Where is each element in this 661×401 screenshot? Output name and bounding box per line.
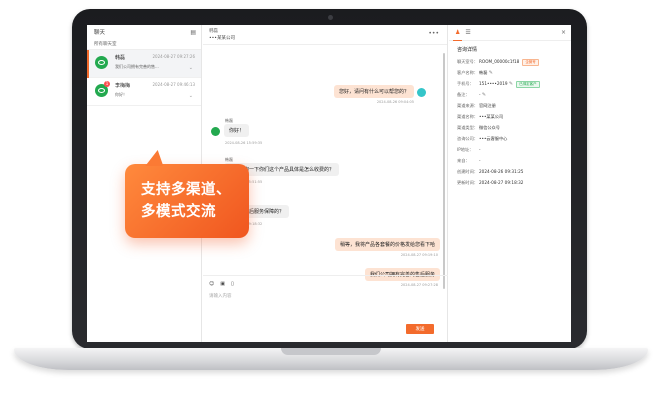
promo-line-1: 支持多渠道、 — [141, 182, 231, 198]
message-bubble: 您好，请问有什么可以帮您的？ — [333, 85, 414, 98]
promo-callout: 支持多渠道、 多模式交流 — [125, 164, 249, 238]
chat-bubble-icon[interactable]: ▤ — [190, 29, 196, 36]
edit-icon[interactable]: ✎ — [482, 92, 486, 98]
active-indicator — [87, 50, 89, 78]
detail-tabs: ♟ ☰ × — [449, 25, 571, 41]
conversation-item[interactable]: 韩磊 2024-08-27 09:27:26 我们公司拥有完善的售... ⌄ — [87, 50, 201, 78]
sidebar-title: 聊天 — [94, 30, 106, 36]
detail-panel: ♟ ☰ × 咨询详情 聊天室号：ROOM_00000c1f18 企微号 客户名称：… — [449, 25, 571, 342]
detail-field-room: 聊天室号：ROOM_00000c1f18 企微号 — [449, 56, 571, 67]
chevron-down-icon[interactable]: ⌄ — [189, 65, 193, 71]
detail-field-channel-name: 渠道名称：•••某某公司 — [457, 114, 504, 119]
detail-field-company: 咨询公司：•••云客服中心 — [457, 136, 508, 141]
message-bubble: 稍等，我将产品各套餐的价格发给您看下哈 — [334, 238, 440, 251]
message-list: 您好，请问有什么可以帮您的？ 2024-08-26 09:04:05 韩磊 你好… — [203, 45, 448, 287]
sidebar-subtitle[interactable]: 所有聊天室 — [87, 39, 201, 50]
wechat-icon — [95, 56, 108, 69]
message-time: 2024-08-27 09:19:10 — [400, 253, 438, 257]
message-time: 2024-08-26 09:04:05 — [376, 100, 414, 104]
detail-field-note: 备注： - ✎ — [457, 92, 487, 98]
agent-avatar — [417, 88, 426, 97]
unread-badge: 1 — [104, 81, 110, 87]
promo-line-2: 多模式交流 — [141, 204, 216, 220]
message-input[interactable]: 请输入内容 — [203, 292, 448, 300]
chevron-down-icon[interactable]: ⌄ — [189, 93, 193, 99]
close-icon[interactable]: × — [561, 29, 566, 36]
detail-field-customer: 客户名称：韩磊 ✎ — [457, 70, 493, 76]
camera-icon — [328, 15, 333, 20]
conversation-item[interactable]: 1 李梅梅 2024-08-27 09:46:13 你好！ ⌄ — [87, 78, 201, 106]
send-button[interactable]: 发送 — [406, 324, 434, 334]
tab-underline — [453, 39, 462, 41]
detail-field-created: 创建时间：2024-08-26 09:31:25 — [457, 169, 524, 174]
detail-field-source: 渠道来源：官网注册 — [457, 103, 496, 108]
user-icon[interactable]: ♟ — [455, 29, 460, 36]
message-bubble: 你好！ — [224, 124, 250, 137]
edit-icon[interactable]: ✎ — [509, 81, 513, 87]
scrollbar[interactable] — [443, 53, 445, 289]
conversation-time: 2024-08-27 09:46:13 — [152, 82, 195, 87]
section-title: 咨询详情 — [457, 47, 478, 53]
composer-toolbar: ☺ ▣ ▯ — [203, 276, 448, 292]
channel-tag: 企微号 — [522, 59, 539, 66]
file-icon[interactable]: ▯ — [231, 281, 234, 287]
detail-field-from: 来自： - — [457, 158, 481, 163]
sidebar-header: 聊天 ▤ — [87, 25, 201, 39]
laptop-notch — [281, 348, 381, 355]
detail-field-phone: 手机号： 151••••2019 ✎ 已绑定客户 — [449, 78, 571, 89]
list-icon[interactable]: ☰ — [465, 29, 470, 36]
message-composer: ☺ ▣ ▯ 请输入内容 发送 — [203, 275, 448, 342]
detail-field-ip: IP地址： - — [457, 147, 481, 152]
message-time: 2024-08-26 15:59:35 — [225, 141, 263, 145]
conversation-preview: 我们公司拥有完善的售... — [115, 64, 159, 69]
conversation-preview: 你好！ — [115, 92, 127, 97]
wechat-avatar — [211, 127, 220, 136]
chat-contact-company: •••某某公司 — [209, 36, 235, 41]
emoji-icon[interactable]: ☺ — [209, 281, 214, 287]
chat-header: 韩磊 •••某某公司 ••• — [203, 25, 447, 45]
detail-field-channel-type: 渠道类型：微信公众号 — [457, 125, 500, 130]
conversation-time: 2024-08-27 09:27:26 — [152, 54, 195, 59]
detail-field-updated: 更新时间：2024-08-27 09:18:32 — [457, 180, 524, 185]
chat-contact-name: 韩磊 — [209, 29, 218, 34]
bound-tag: 已绑定客户 — [516, 81, 540, 88]
edit-icon[interactable]: ✎ — [489, 70, 493, 76]
image-icon[interactable]: ▣ — [220, 281, 225, 287]
more-icon[interactable]: ••• — [428, 30, 439, 37]
